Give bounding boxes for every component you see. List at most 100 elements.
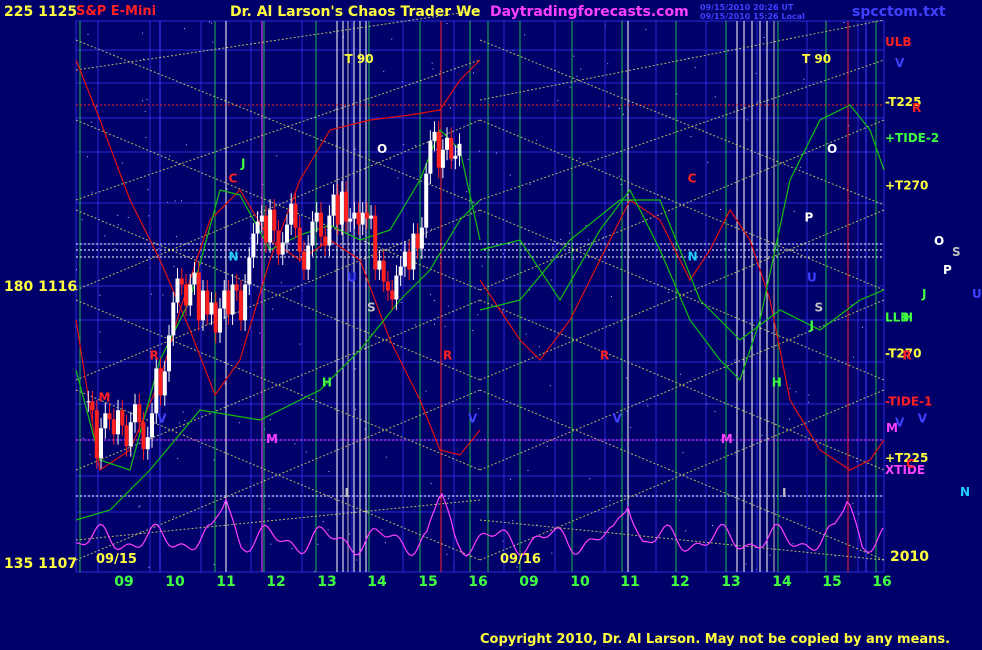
candle-body: [280, 242, 285, 255]
star-dot: [269, 419, 271, 421]
star-dot: [147, 189, 149, 191]
star-dot: [211, 22, 213, 24]
candle-body: [90, 401, 95, 411]
price-1125: 1125: [38, 4, 78, 20]
right-level-label: R: [912, 101, 921, 115]
star-dot: [209, 21, 210, 23]
star-dot: [150, 293, 152, 295]
candle-body: [449, 137, 454, 159]
star-dot: [121, 162, 123, 164]
star-dot: [90, 121, 92, 123]
star-dot: [76, 269, 77, 271]
right-level-label: M: [886, 421, 898, 435]
star-dot: [127, 217, 129, 218]
star-dot: [184, 419, 186, 421]
candle-body: [364, 212, 369, 219]
star-dot: [162, 294, 164, 296]
star-dot: [618, 108, 620, 109]
star-dot: [682, 452, 684, 454]
star-dot: [431, 228, 433, 230]
candle-body: [327, 215, 332, 246]
star-dot: [99, 331, 101, 333]
candle-body: [453, 155, 458, 159]
star-dot: [259, 332, 261, 334]
candle-body: [381, 260, 386, 282]
candle-body: [137, 404, 142, 423]
site-link[interactable]: Daytradingforecasts.com: [490, 4, 689, 20]
star-dot: [117, 214, 119, 216]
star-dot: [299, 343, 301, 345]
chart-marker-label: R: [150, 348, 159, 362]
star-dot: [536, 139, 538, 141]
candle-body: [398, 266, 403, 276]
star-dot: [169, 155, 171, 157]
star-dot: [272, 308, 274, 310]
star-dot: [690, 136, 692, 138]
star-dot: [82, 437, 84, 439]
chart-marker-label: O: [377, 142, 387, 156]
star-dot: [763, 37, 765, 38]
candle-body: [331, 194, 336, 216]
x-tick-label: 16: [872, 574, 891, 590]
star-dot: [608, 105, 610, 107]
candle-body: [107, 413, 112, 420]
candle-body: [407, 251, 412, 270]
price-1107: 1107: [38, 556, 78, 572]
candle-body: [310, 221, 315, 246]
star-dot: [563, 242, 565, 244]
candle-body: [356, 212, 361, 225]
star-dot: [576, 75, 578, 77]
star-dot: [327, 529, 329, 531]
star-dot: [139, 505, 141, 507]
day-label-2: 09/16: [500, 552, 541, 567]
star-dot: [181, 200, 182, 202]
x-tick-label: 11: [216, 574, 235, 590]
chart-marker-label: V: [613, 411, 623, 425]
star-dot: [552, 247, 554, 249]
star-dot: [385, 456, 387, 458]
star-dot: [789, 418, 790, 420]
chart-marker-label: P: [805, 211, 814, 225]
angle-135: 135: [4, 556, 34, 572]
candle-body: [171, 302, 176, 336]
star-dot: [173, 265, 175, 267]
candle-body: [373, 215, 378, 270]
chart-marker-label: V: [157, 411, 167, 425]
star-dot: [354, 368, 356, 370]
star-dot: [473, 72, 474, 74]
candle-body: [293, 203, 298, 228]
star-dot: [431, 62, 433, 64]
star-dot: [573, 55, 575, 57]
star-dot: [529, 183, 531, 185]
star-dot: [446, 23, 448, 24]
star-dot: [384, 542, 386, 544]
star-dot: [808, 394, 810, 396]
star-dot: [512, 520, 514, 522]
star-dot: [425, 390, 427, 392]
star-dot: [328, 471, 330, 473]
star-dot: [446, 553, 448, 555]
candle-body: [133, 404, 137, 423]
star-dot: [397, 177, 399, 179]
chart-marker-label: S: [815, 301, 824, 315]
x-tick-label: 09: [114, 574, 133, 590]
star-dot: [800, 166, 802, 168]
x-tick-label: 15: [418, 574, 437, 590]
timestamp-local: 09/15/2010 15:26 Local: [700, 12, 805, 21]
star-dot: [573, 258, 575, 260]
candle-body: [179, 278, 184, 285]
star-dot: [551, 552, 553, 554]
star-dot: [432, 68, 434, 70]
price-1116: 1116: [38, 279, 78, 295]
x-tick-label: 12: [266, 574, 285, 590]
candle-body: [259, 215, 264, 222]
candle-body: [251, 233, 256, 258]
candle-body: [230, 284, 235, 315]
chart-marker-label: C: [229, 172, 238, 186]
right-level-label: H: [903, 311, 913, 325]
angle-225: 225: [4, 4, 34, 20]
chart-marker-label: U: [347, 271, 357, 285]
star-dot: [610, 295, 612, 297]
star-dot: [226, 188, 228, 190]
star-dot: [91, 191, 93, 193]
